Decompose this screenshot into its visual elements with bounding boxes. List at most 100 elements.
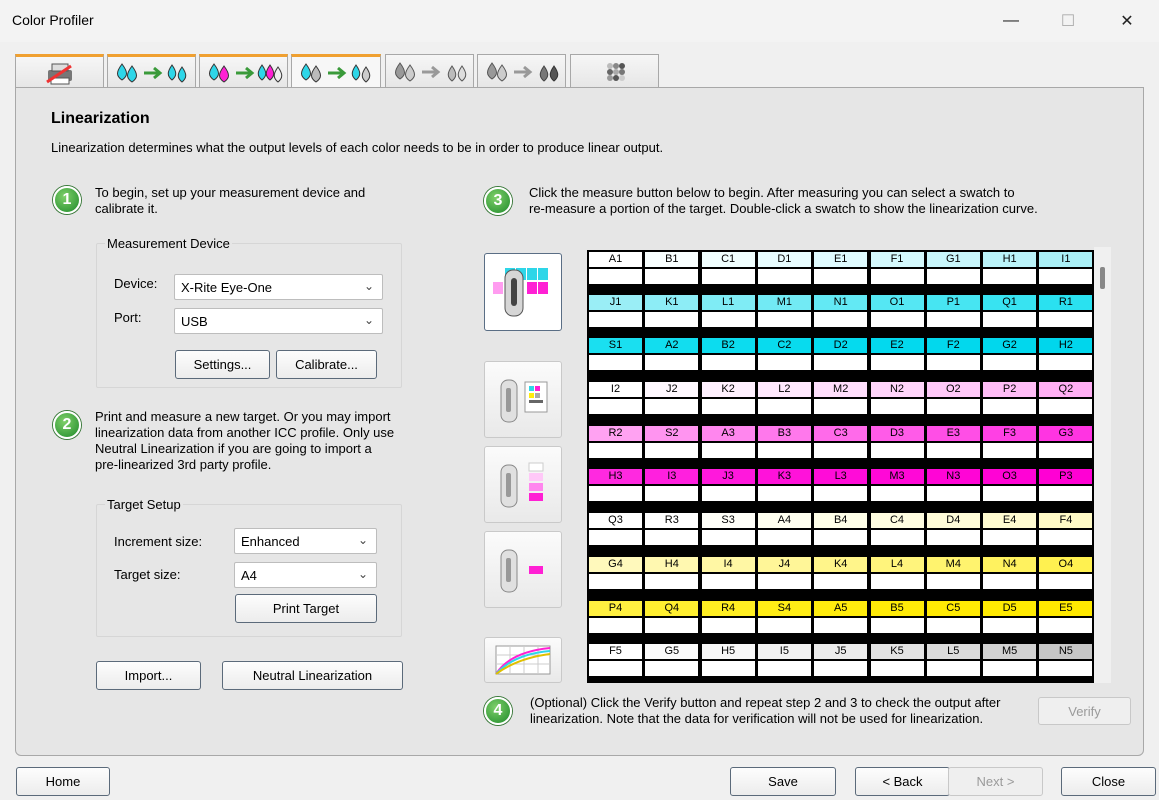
swatch-measurement-l3[interactable] [813, 485, 869, 502]
swatch-n5[interactable]: N5 [1038, 643, 1094, 660]
swatch-d3[interactable]: D3 [869, 425, 925, 442]
swatch-measurement-o3[interactable] [982, 485, 1038, 502]
swatch-c1[interactable]: C1 [700, 251, 756, 268]
calibrate-button[interactable]: Calibrate... [276, 350, 377, 379]
swatch-e3[interactable]: E3 [925, 425, 981, 442]
swatch-measurement-c3[interactable] [813, 442, 869, 459]
swatch-measurement-e1[interactable] [813, 268, 869, 285]
swatch-b1[interactable]: B1 [644, 251, 700, 268]
device-select[interactable]: X-Rite Eye-One ⌄ [174, 274, 383, 300]
swatch-e4[interactable]: E4 [982, 512, 1038, 529]
swatch-measurement-b3[interactable] [756, 442, 812, 459]
swatch-measurement-p3[interactable] [1038, 485, 1094, 502]
swatch-n1[interactable]: N1 [813, 294, 869, 311]
close-window-button[interactable]: ✕ [1104, 0, 1150, 42]
swatch-measurement-s2[interactable] [644, 442, 700, 459]
swatch-a2[interactable]: A2 [644, 337, 700, 354]
swatch-measurement-p1[interactable] [925, 311, 981, 328]
linearization-curve-button[interactable] [484, 637, 562, 683]
increment-size-select[interactable]: Enhanced ⌄ [234, 528, 377, 554]
swatch-o3[interactable]: O3 [982, 468, 1038, 485]
swatch-measurement-g4[interactable] [588, 573, 643, 590]
swatch-g1[interactable]: G1 [925, 251, 981, 268]
neutral-linearization-button[interactable]: Neutral Linearization [222, 661, 403, 690]
swatch-measurement-m1[interactable] [756, 311, 812, 328]
swatch-measurement-h4[interactable] [644, 573, 700, 590]
swatch-measurement-s1[interactable] [588, 354, 643, 371]
swatch-measurement-d5[interactable] [982, 617, 1038, 634]
swatch-a5[interactable]: A5 [813, 600, 869, 617]
swatch-e1[interactable]: E1 [813, 251, 869, 268]
tab-magenta-to-mixed[interactable] [199, 54, 288, 88]
swatch-measurement-i4[interactable] [700, 573, 756, 590]
swatch-measurement-q3[interactable] [588, 529, 643, 546]
swatch-measurement-o4[interactable] [1038, 573, 1094, 590]
next-button[interactable]: Next > [948, 767, 1043, 796]
swatch-measurement-l2[interactable] [756, 398, 812, 415]
swatch-measurement-o1[interactable] [869, 311, 925, 328]
swatch-measurement-s3[interactable] [700, 529, 756, 546]
swatch-measurement-n4[interactable] [982, 573, 1038, 590]
swatch-b4[interactable]: B4 [813, 512, 869, 529]
import-button[interactable]: Import... [96, 661, 201, 690]
swatch-measurement-c1[interactable] [700, 268, 756, 285]
swatch-measurement-i2[interactable] [588, 398, 643, 415]
swatch-q3[interactable]: Q3 [588, 512, 643, 529]
swatch-s4[interactable]: S4 [756, 600, 812, 617]
measure-spot-button[interactable] [484, 531, 562, 608]
swatch-j1[interactable]: J1 [588, 294, 643, 311]
swatch-e2[interactable]: E2 [869, 337, 925, 354]
swatch-measurement-f1[interactable] [869, 268, 925, 285]
scrollbar-thumb[interactable] [1100, 267, 1105, 289]
swatch-measurement-d4[interactable] [925, 529, 981, 546]
swatch-measurement-j2[interactable] [644, 398, 700, 415]
swatch-d5[interactable]: D5 [982, 600, 1038, 617]
swatch-c3[interactable]: C3 [813, 425, 869, 442]
swatch-measurement-k5[interactable] [869, 660, 925, 677]
swatch-measurement-e4[interactable] [982, 529, 1038, 546]
swatch-g2[interactable]: G2 [982, 337, 1038, 354]
swatch-g3[interactable]: G3 [1038, 425, 1094, 442]
swatch-measurement-l5[interactable] [925, 660, 981, 677]
swatch-measurement-n5[interactable] [1038, 660, 1094, 677]
swatch-measurement-p2[interactable] [982, 398, 1038, 415]
swatch-measurement-e3[interactable] [925, 442, 981, 459]
port-select[interactable]: USB ⌄ [174, 308, 383, 334]
swatch-grid[interactable]: A1 B1 C1 D1 E1 F1 G1 H1 I1 J1 K1 L1 M1 N1 O1 P1 Q1 R1 S1 A2… [587, 250, 1094, 683]
swatch-h5[interactable]: H5 [700, 643, 756, 660]
swatch-p1[interactable]: P1 [925, 294, 981, 311]
swatch-j2[interactable]: J2 [644, 381, 700, 398]
swatch-h4[interactable]: H4 [644, 556, 700, 573]
swatch-i1[interactable]: I1 [1038, 251, 1094, 268]
swatch-l3[interactable]: L3 [813, 468, 869, 485]
swatch-measurement-q2[interactable] [1038, 398, 1094, 415]
swatch-measurement-r1[interactable] [1038, 311, 1094, 328]
swatch-measurement-k4[interactable] [813, 573, 869, 590]
swatch-h3[interactable]: H3 [588, 468, 643, 485]
swatch-measurement-c2[interactable] [756, 354, 812, 371]
swatch-measurement-d1[interactable] [756, 268, 812, 285]
swatch-h1[interactable]: H1 [982, 251, 1038, 268]
tab-gray-to-gray[interactable] [385, 54, 474, 88]
swatch-measurement-b2[interactable] [700, 354, 756, 371]
swatch-i2[interactable]: I2 [588, 381, 643, 398]
swatch-measurement-b5[interactable] [869, 617, 925, 634]
home-button[interactable]: Home [16, 767, 110, 796]
swatch-m4[interactable]: M4 [925, 556, 981, 573]
swatch-h2[interactable]: H2 [1038, 337, 1094, 354]
save-button[interactable]: Save [730, 767, 836, 796]
swatch-l5[interactable]: L5 [925, 643, 981, 660]
swatch-measurement-q1[interactable] [982, 311, 1038, 328]
swatch-measurement-i3[interactable] [644, 485, 700, 502]
settings-button[interactable]: Settings... [175, 350, 270, 379]
swatch-f2[interactable]: F2 [925, 337, 981, 354]
swatch-m2[interactable]: M2 [813, 381, 869, 398]
swatch-b5[interactable]: B5 [869, 600, 925, 617]
print-target-button[interactable]: Print Target [235, 594, 377, 623]
verify-button[interactable]: Verify [1038, 697, 1131, 725]
tab-gray-to-black[interactable] [477, 54, 566, 88]
swatch-r4[interactable]: R4 [700, 600, 756, 617]
measure-patches-button[interactable] [484, 446, 562, 523]
swatch-n3[interactable]: N3 [925, 468, 981, 485]
swatch-measurement-e5[interactable] [1038, 617, 1094, 634]
